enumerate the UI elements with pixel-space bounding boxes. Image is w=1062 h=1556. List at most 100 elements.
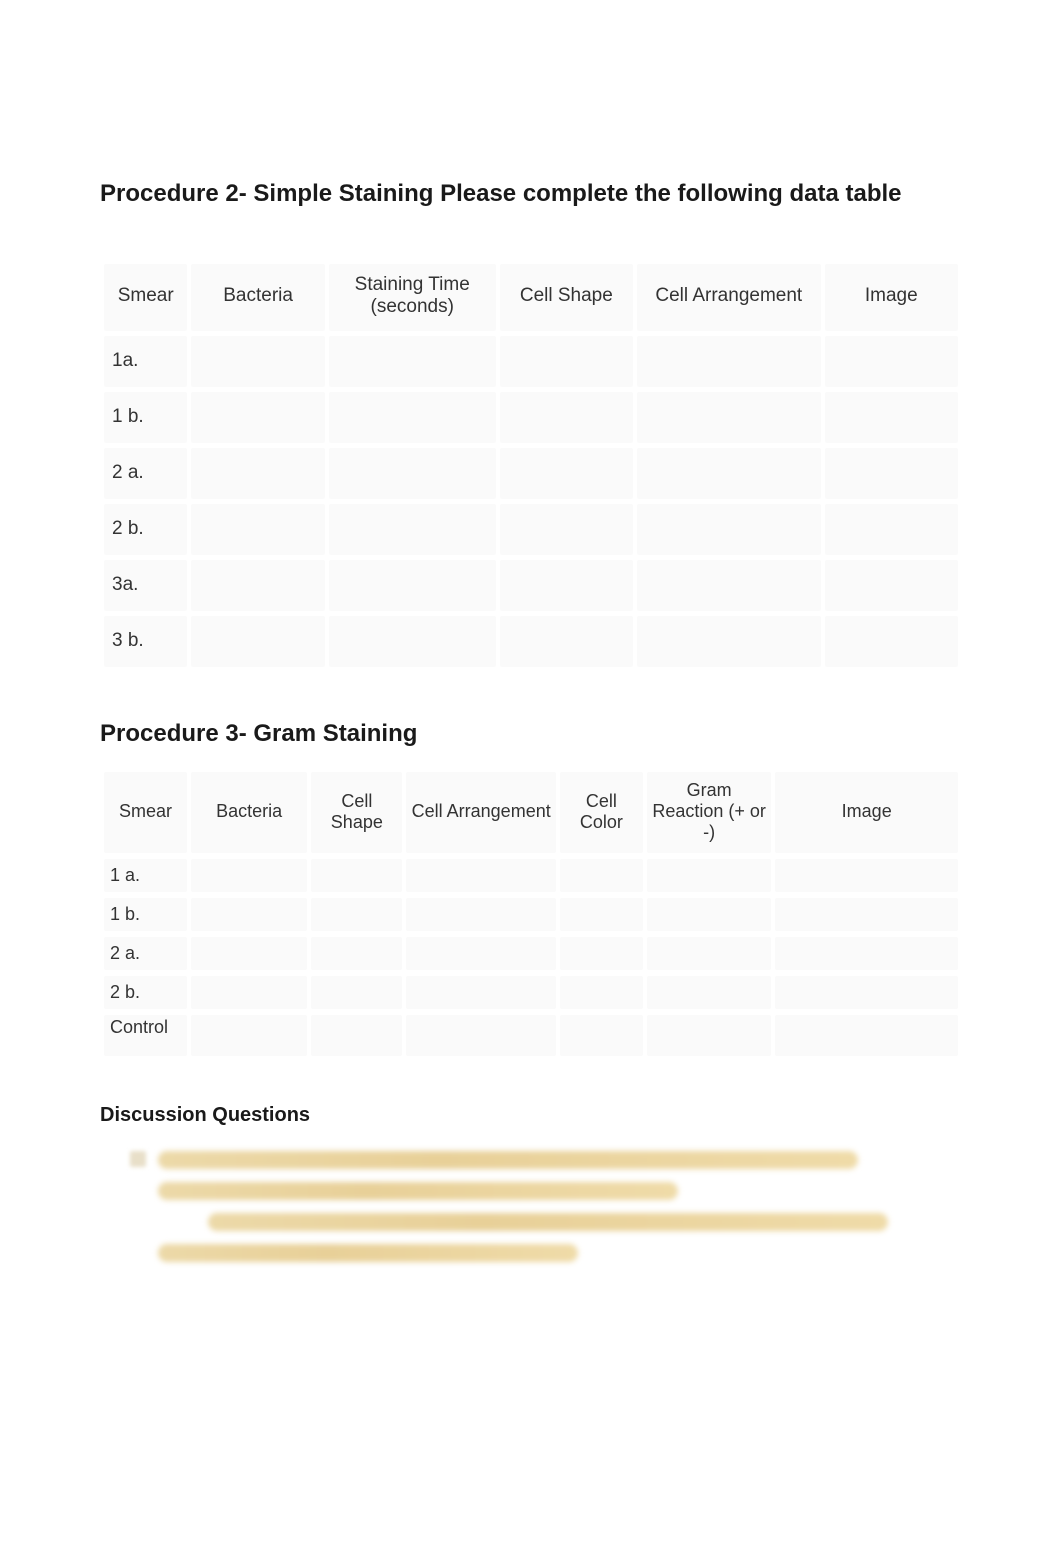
table-row: 3a. [104,560,958,610]
row-smear: 1 b. [104,898,187,931]
table-header-row: Smear Bacteria Cell Shape Cell Arrangeme… [104,772,958,853]
row-smear: 2 b. [104,504,187,554]
cell [329,504,496,554]
cell [825,560,958,610]
cell [191,1015,307,1056]
cell [191,560,324,610]
table-row: 2 a. [104,448,958,498]
table-row: 1 b. [104,392,958,442]
cell [311,898,402,931]
cell [311,976,402,1009]
cell [637,448,820,498]
col-staining-time: Staining Time (seconds) [329,264,496,330]
cell [825,448,958,498]
cell [637,616,820,666]
table-row: 3 b. [104,616,958,666]
col-cell-arrangement: Cell Arrangement [637,264,820,330]
cell [191,336,324,386]
discussion-questions [100,1147,962,1271]
table-row-control: Control [104,1015,958,1056]
table-row: 2 b. [104,504,958,554]
col-bacteria: Bacteria [191,772,307,853]
procedure3-title: Procedure 3- Gram Staining [100,720,962,748]
cell [560,1015,643,1056]
row-smear: 1 b. [104,392,187,442]
cell [191,937,307,970]
cell [825,616,958,666]
col-smear: Smear [104,264,187,330]
cell [560,859,643,892]
cell [647,1015,772,1056]
cell [647,898,772,931]
row-smear: 2 a. [104,448,187,498]
cell [775,1015,958,1056]
table-row: 1 b. [104,898,958,931]
blurred-text [158,1147,962,1271]
col-smear: Smear [104,772,187,853]
cell [637,560,820,610]
cell [191,859,307,892]
cell [329,392,496,442]
cell [647,937,772,970]
cell [775,859,958,892]
cell [500,560,633,610]
row-smear: 1a. [104,336,187,386]
col-cell-arrangement: Cell Arrangement [406,772,555,853]
cell [406,976,555,1009]
cell [329,560,496,610]
cell [406,1015,555,1056]
cell [500,504,633,554]
cell [500,392,633,442]
row-smear: 2 b. [104,976,187,1009]
discussion-question-1 [130,1147,962,1271]
cell [560,898,643,931]
cell [406,937,555,970]
table-row: 2 b. [104,976,958,1009]
cell [329,448,496,498]
col-image: Image [775,772,958,853]
cell [406,898,555,931]
row-smear: Control [104,1015,187,1056]
cell [191,448,324,498]
cell [775,898,958,931]
cell [825,336,958,386]
procedure2-title: Procedure 2- Simple Staining Please comp… [100,180,962,208]
cell [191,392,324,442]
cell [637,392,820,442]
table-row: 2 a. [104,937,958,970]
cell [311,859,402,892]
cell [775,976,958,1009]
col-cell-shape: Cell Shape [311,772,402,853]
cell [775,937,958,970]
cell [191,616,324,666]
cell [500,448,633,498]
procedure2-table: Smear Bacteria Staining Time (seconds) C… [100,258,962,672]
cell [647,976,772,1009]
cell [560,937,643,970]
cell [637,336,820,386]
cell [191,504,324,554]
col-gram-reaction: Gram Reaction (+ or -) [647,772,772,853]
cell [311,937,402,970]
cell [825,504,958,554]
col-cell-shape: Cell Shape [500,264,633,330]
col-image: Image [825,264,958,330]
row-smear: 1 a. [104,859,187,892]
cell [191,898,307,931]
cell [329,336,496,386]
cell [191,976,307,1009]
row-smear: 3 b. [104,616,187,666]
col-cell-color: Cell Color [560,772,643,853]
cell [825,392,958,442]
cell [647,859,772,892]
cell [500,336,633,386]
cell [500,616,633,666]
cell [329,616,496,666]
discussion-title: Discussion Questions [100,1104,962,1127]
blurred-number-icon [130,1151,146,1167]
col-bacteria: Bacteria [191,264,324,330]
table-header-row: Smear Bacteria Staining Time (seconds) C… [104,264,958,330]
table-row: 1 a. [104,859,958,892]
procedure3-table: Smear Bacteria Cell Shape Cell Arrangeme… [100,766,962,1062]
cell [406,859,555,892]
